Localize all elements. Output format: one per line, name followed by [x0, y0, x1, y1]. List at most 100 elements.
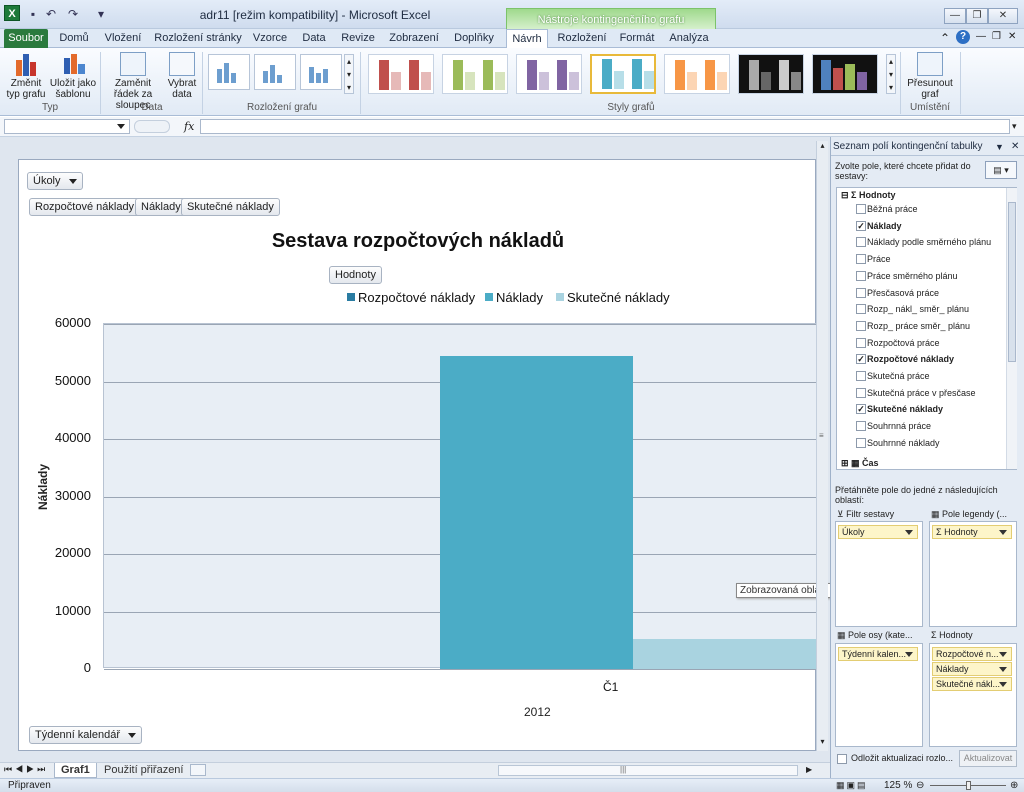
- split-handle[interactable]: ≡: [819, 431, 824, 440]
- field-checkbox[interactable]: [856, 237, 866, 248]
- scroll-up-icon[interactable]: ▴: [817, 141, 828, 153]
- field-checkbox[interactable]: [856, 204, 866, 214]
- sheet-tab-graf1[interactable]: Graf1: [54, 763, 97, 778]
- tab-file[interactable]: Soubor: [4, 29, 48, 48]
- field-item[interactable]: Náklady podle směrného plánu: [856, 235, 991, 249]
- values-zone[interactable]: Rozpočtové n... Náklady Skutečné nákl...: [929, 643, 1017, 747]
- pivot-chart[interactable]: Úkoly Rozpočtové náklady Náklady Skutečn…: [18, 159, 826, 751]
- tab-home[interactable]: Domů: [56, 29, 92, 48]
- field-checkbox[interactable]: ✓: [856, 354, 866, 365]
- values-group-header[interactable]: ⊟ Σ Hodnoty: [841, 190, 895, 201]
- zone-item-naklady[interactable]: Náklady: [932, 662, 1012, 676]
- field-list-layout-icon[interactable]: ▤ ▾: [985, 161, 1017, 179]
- tab-analyze[interactable]: Analýza: [666, 29, 712, 48]
- field-checkbox[interactable]: [856, 421, 866, 432]
- panel-menu-icon[interactable]: ▼: [995, 140, 1004, 154]
- field-checkbox[interactable]: [856, 337, 866, 348]
- save-as-template-button[interactable]: Uložit jako šablonu: [48, 52, 98, 100]
- zone-item-ukoly[interactable]: Úkoly: [838, 525, 918, 539]
- legend-field-button-rozpoctove[interactable]: Rozpočtové náklady: [29, 198, 141, 216]
- field-list-scrollbar[interactable]: [1006, 188, 1017, 469]
- field-item[interactable]: Rozpočtová práce: [856, 336, 940, 350]
- chart-style-aqua-selected[interactable]: [590, 54, 656, 94]
- tab-data[interactable]: Data: [298, 29, 330, 48]
- field-item[interactable]: ✓ Náklady: [856, 219, 902, 233]
- chart-style-red[interactable]: [368, 54, 434, 94]
- scroll-down-icon[interactable]: ▾: [817, 737, 828, 749]
- field-checkbox[interactable]: [856, 437, 866, 448]
- scroll-right-icon[interactable]: ▶: [806, 765, 812, 774]
- field-checkbox[interactable]: [856, 287, 866, 298]
- style-gallery-scroll[interactable]: ▴ ▾ ▾: [886, 54, 896, 94]
- filter-field-button[interactable]: Úkoly: [27, 172, 83, 190]
- chart-style-dark-multicolor[interactable]: [812, 54, 878, 94]
- field-checkbox[interactable]: [856, 270, 866, 281]
- change-chart-type-button[interactable]: Změnit typ grafu: [4, 52, 48, 100]
- tab-design[interactable]: Návrh: [506, 29, 548, 48]
- field-item[interactable]: Souhrnné náklady: [856, 436, 940, 450]
- chart-layout-3[interactable]: [300, 54, 342, 90]
- tab-format[interactable]: Formát: [616, 29, 658, 48]
- legend-zone[interactable]: Σ Hodnoty: [929, 521, 1017, 627]
- tab-layout[interactable]: Rozložení: [556, 29, 608, 48]
- zoom-level[interactable]: 125 %: [884, 779, 912, 792]
- field-item[interactable]: ✓ Rozpočtové náklady: [856, 352, 954, 366]
- tab-insert[interactable]: Vložení: [100, 29, 146, 48]
- zoom-slider-thumb[interactable]: [966, 781, 971, 790]
- chart-title[interactable]: Sestava rozpočtových nákladů: [19, 230, 817, 253]
- sheet-tab-usage[interactable]: Použití přiřazení: [98, 763, 189, 778]
- panel-close-icon[interactable]: ✕: [1011, 140, 1019, 154]
- chart-style-green[interactable]: [442, 54, 508, 94]
- zone-item-rozpoctove[interactable]: Rozpočtové n...: [932, 647, 1012, 661]
- legend-field-button-naklady[interactable]: Náklady: [135, 198, 187, 216]
- name-box[interactable]: [4, 119, 130, 134]
- redo-icon[interactable]: ↷: [66, 7, 80, 21]
- select-data-button[interactable]: Vybrat data: [164, 52, 200, 100]
- view-mode-icons[interactable]: ▦▣▤: [836, 779, 868, 792]
- update-button[interactable]: Aktualizovat: [959, 750, 1017, 767]
- field-checkbox[interactable]: [856, 387, 866, 398]
- insert-sheet-icon[interactable]: [190, 764, 206, 776]
- field-item[interactable]: Práce směrného plánu: [856, 269, 958, 283]
- layout-gallery-scroll[interactable]: ▴ ▾ ▾: [344, 54, 354, 94]
- vertical-scrollbar[interactable]: ▴ ≡ ▾: [816, 141, 828, 751]
- field-checkbox[interactable]: [856, 320, 866, 331]
- values-field-button[interactable]: Hodnoty: [329, 266, 382, 284]
- field-checkbox[interactable]: [856, 254, 866, 265]
- horizontal-scrollbar[interactable]: [498, 765, 798, 776]
- minimize-ribbon-icon[interactable]: ⌃: [940, 31, 950, 45]
- insert-function-icon[interactable]: fx: [184, 120, 194, 133]
- formula-size-handle[interactable]: [134, 120, 170, 133]
- chart-style-orange[interactable]: [664, 54, 730, 94]
- formula-input[interactable]: [200, 119, 1010, 134]
- tab-page-layout[interactable]: Rozložení stránky: [154, 29, 242, 48]
- move-chart-button[interactable]: Přesunout graf: [904, 52, 956, 100]
- legend-item[interactable]: Náklady: [485, 290, 543, 305]
- chart-layout-1[interactable]: [208, 54, 250, 90]
- save-icon[interactable]: ▪: [26, 7, 40, 21]
- restore-button[interactable]: ❐: [966, 8, 988, 24]
- close-button[interactable]: ✕: [988, 8, 1018, 24]
- field-item[interactable]: Rozp_ nákl_ směr_ plánu: [856, 302, 969, 316]
- zoom-out-icon[interactable]: ⊖: [916, 779, 924, 792]
- field-item[interactable]: Souhrnná práce: [856, 419, 931, 433]
- chart-style-dark-gray[interactable]: [738, 54, 804, 94]
- field-item[interactable]: ✓ Skutečné náklady: [856, 402, 943, 416]
- filter-zone[interactable]: Úkoly: [835, 521, 923, 627]
- legend-item[interactable]: Skutečné náklady: [556, 290, 670, 305]
- field-list[interactable]: ⊟ Σ Hodnoty ⊞ ▦ Čas Běžná práce ✓ Náklady N…: [836, 187, 1017, 470]
- sheet-nav-icons[interactable]: ⏮◀▶⏭: [4, 764, 48, 775]
- time-group-header[interactable]: ⊞ ▦ Čas: [841, 458, 879, 469]
- undo-icon[interactable]: ↶: [44, 7, 58, 21]
- gridline[interactable]: [104, 669, 818, 670]
- tab-review[interactable]: Revize: [338, 29, 378, 48]
- field-checkbox[interactable]: ✓: [856, 220, 866, 231]
- field-item[interactable]: Běžná práce: [856, 202, 918, 216]
- zoom-in-icon[interactable]: ⊕: [1010, 779, 1018, 792]
- field-checkbox[interactable]: [856, 304, 866, 315]
- excel-app-icon[interactable]: X: [4, 5, 20, 21]
- doc-close-icon[interactable]: ✕: [1008, 31, 1016, 42]
- plot-area[interactable]: [103, 323, 826, 670]
- field-item[interactable]: Přesčasová práce: [856, 286, 939, 300]
- doc-minimize-icon[interactable]: —: [976, 31, 986, 42]
